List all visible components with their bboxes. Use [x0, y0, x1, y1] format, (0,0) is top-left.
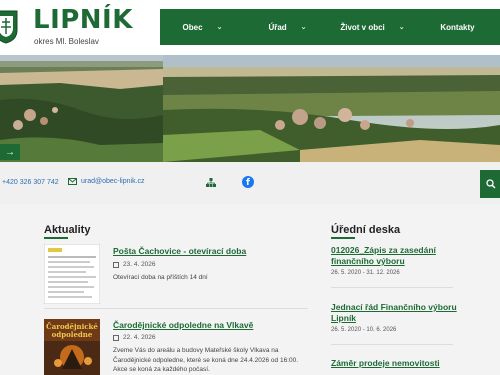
title-underline [44, 237, 68, 239]
search-button[interactable] [480, 170, 500, 198]
arrow-right-icon: → [5, 146, 15, 158]
envelope-icon [68, 178, 77, 185]
chevron-down-icon: ⌄ [300, 24, 307, 31]
news-date-text: 22. 4. 2026 [123, 334, 156, 341]
nav-item-urad[interactable]: Úřad ⌄ [245, 9, 330, 45]
news-divider [44, 308, 308, 309]
facebook-icon[interactable]: f [242, 176, 254, 188]
news-item-excerpt: Otevírací doba na příštích 14 dní [113, 274, 208, 281]
news-section-label: Aktuality [44, 224, 91, 236]
board-item-title[interactable]: 012026_Zápis za zasedání finančního výbo… [331, 245, 466, 267]
news-section-title: Aktuality [44, 224, 91, 239]
hero-next-button[interactable]: → [0, 144, 20, 160]
news-item-title[interactable]: Pošta Čachovice - otevírací doba [113, 246, 246, 256]
board-divider [331, 344, 453, 345]
news-item-date: 22. 4. 2026 [113, 334, 156, 341]
title-underline [331, 237, 355, 239]
board-section-title: Úřední deska [331, 224, 401, 239]
site-brand[interactable]: LIPNÍK [33, 5, 133, 35]
board-item-date: 26. 5. 2020 - 31. 12. 2026 [331, 270, 400, 276]
board-section-label: Úřední deska [331, 224, 401, 236]
news-thumbnail-poster[interactable]: Čarodějnické odpoledne [44, 319, 100, 375]
board-item-title[interactable]: Záměr prodeje nemovitosti [331, 358, 451, 369]
news-item-title[interactable]: Čarodějnické odpoledne na Vlkavě [113, 320, 253, 330]
nav-item-label: Úřad [268, 22, 287, 32]
news-item-excerpt: Zveme Vás do areálu a budovy Mateřské šk… [113, 347, 299, 373]
board-divider [331, 287, 453, 288]
nav-item-label: Život v obci [340, 22, 385, 32]
nav-item-label: Obec [182, 22, 203, 32]
board-item-title[interactable]: Jednací řád Finančního výboru Lipník [331, 302, 466, 324]
main-nav: Obec ⌄ Úřad ⌄ Život v obci ⌄ Kontakty [160, 9, 500, 45]
email-link[interactable]: urad@obec-lipnik.cz [68, 178, 145, 185]
nav-item-zivot-v-obci[interactable]: Život v obci ⌄ [330, 9, 415, 45]
phone-link[interactable]: +420 326 307 742 [2, 179, 59, 186]
nav-item-obec[interactable]: Obec ⌄ [160, 9, 245, 45]
email-address: urad@obec-lipnik.cz [81, 178, 145, 185]
chevron-down-icon: ⌄ [216, 24, 223, 31]
sitemap-icon[interactable] [206, 178, 216, 187]
news-thumbnail-document[interactable] [44, 244, 100, 304]
coat-of-arms-logo[interactable] [0, 10, 18, 44]
news-item-date: 23. 4. 2026 [113, 261, 156, 268]
site-subtitle: okres Ml. Boleslav [34, 37, 99, 46]
nav-item-label: Kontakty [440, 22, 475, 32]
hero-aerial-photo [0, 55, 500, 162]
site-header: LIPNÍK okres Ml. Boleslav Obec ⌄ Úřad ⌄ … [0, 0, 500, 55]
hero-banner [0, 55, 500, 162]
nav-item-kontakty[interactable]: Kontakty [415, 9, 500, 45]
chevron-down-icon: ⌄ [398, 24, 405, 31]
board-item-date: 26. 5. 2020 - 10. 6. 2026 [331, 327, 397, 333]
calendar-icon [113, 334, 119, 341]
search-icon [486, 179, 496, 189]
svg-text:odpoledne: odpoledne [52, 330, 93, 339]
calendar-icon [113, 261, 119, 268]
news-date-text: 23. 4. 2026 [123, 261, 156, 268]
